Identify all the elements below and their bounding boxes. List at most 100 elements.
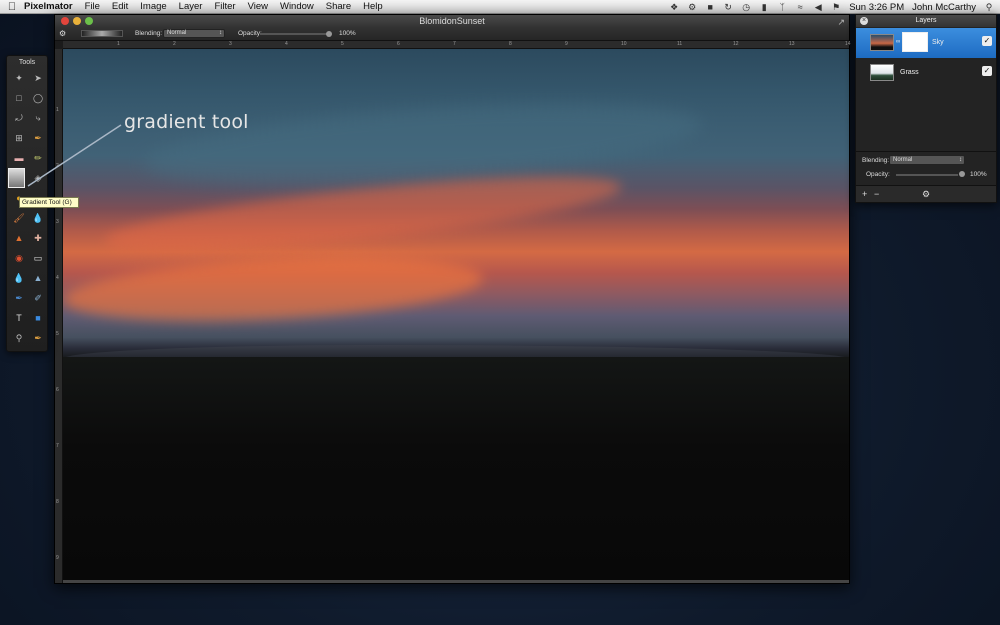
ruler-tick-label: 5	[56, 331, 59, 337]
ruler-tick-label: 3	[56, 219, 59, 225]
sharpen-icon[interactable]: ▲	[31, 271, 45, 285]
layer-thumbnail	[870, 64, 894, 81]
menu-view[interactable]: View	[248, 1, 268, 12]
tool-options-gear-icon[interactable]: ⚙	[59, 29, 66, 38]
remove-layer-button[interactable]: −	[874, 189, 879, 199]
menu-help[interactable]: Help	[363, 1, 383, 12]
layer-opacity-slider-track[interactable]	[896, 174, 958, 176]
zoom-tool-icon[interactable]: ⚲	[12, 331, 26, 345]
document-titlebar[interactable]: BlomidonSunset ↗	[55, 15, 849, 27]
horizontal-ruler[interactable]: 1 2 3 4 5 6 7 8 9 10 11 12 13 14	[63, 41, 851, 49]
wifi-icon[interactable]: ≈	[795, 2, 805, 12]
layer-visibility-checkbox[interactable]: ✓	[982, 66, 992, 76]
apple-menu-icon[interactable]: 	[0, 1, 24, 13]
move-tool-icon[interactable]: ➤	[31, 71, 45, 85]
menu-layer[interactable]: Layer	[179, 1, 203, 12]
layer-blending-select[interactable]: Normal	[889, 155, 965, 165]
ruler-tick-label: 5	[341, 41, 344, 47]
opacity-label: Opacity:	[238, 30, 262, 37]
ellipse-select-icon[interactable]: ◯	[31, 91, 45, 105]
zoom-window-button[interactable]	[85, 17, 93, 25]
ruler-tick-label: 2	[56, 163, 59, 169]
blending-select[interactable]: Normal	[163, 29, 225, 38]
layers-titlebar[interactable]: × Layers	[856, 15, 996, 27]
layers-title: Layers	[915, 17, 937, 24]
menu-edit[interactable]: Edit	[112, 1, 128, 12]
pen-icon[interactable]: ✒	[12, 291, 26, 305]
gradient-tool-icon[interactable]	[8, 168, 25, 188]
time-machine-icon[interactable]: ◷	[741, 2, 751, 12]
menu-share[interactable]: Share	[326, 1, 351, 12]
layer-opacity-slider-knob[interactable]	[959, 171, 965, 177]
layers-footer: + − ⚙	[856, 185, 996, 202]
eraser-icon[interactable]: ▬	[12, 151, 26, 165]
paint-bucket-icon[interactable]: ◈	[31, 171, 45, 185]
water-drop-icon[interactable]: 💧	[12, 271, 26, 285]
magic-wand-icon[interactable]: ✦	[12, 71, 26, 85]
layers-close-button[interactable]: ×	[860, 17, 868, 25]
sponge-icon[interactable]: ▭	[31, 251, 45, 265]
opacity-slider-knob[interactable]	[326, 31, 332, 37]
ruler-tick-label: 1	[56, 107, 59, 113]
layer-mask-thumbnail[interactable]	[902, 32, 928, 52]
gear-icon[interactable]: ⚙	[687, 2, 697, 12]
menubar-clock[interactable]: Sun 3:26 PM	[849, 2, 904, 13]
menu-image[interactable]: Image	[140, 1, 166, 12]
ruler-tick-label: 7	[453, 41, 456, 47]
ruler-tick-label: 10	[621, 41, 627, 47]
layer-name: Sky	[932, 39, 944, 46]
horizontal-scrollbar[interactable]	[63, 580, 849, 583]
freeform-pen-icon[interactable]: ✐	[31, 291, 45, 305]
brush-icon[interactable]: 🖌	[12, 211, 26, 225]
tools-title: Tools	[18, 59, 36, 66]
clone-stamp-icon[interactable]: ▲	[12, 231, 26, 245]
layer-row-grass[interactable]: Grass ✓	[856, 58, 996, 88]
gradient-tool-tooltip: Gradient Tool (G)	[19, 197, 79, 208]
ruler-tick-label: 12	[733, 41, 739, 47]
type-tool-icon[interactable]: T	[12, 311, 26, 325]
menu-file[interactable]: File	[85, 1, 100, 12]
hand-tool-icon[interactable]: ✒	[31, 331, 45, 345]
vertical-ruler[interactable]: 1 2 3 4 5 6 7 8 9	[55, 49, 63, 583]
spotlight-search-icon[interactable]: ⚲	[984, 2, 994, 12]
close-window-button[interactable]	[61, 17, 69, 25]
polygon-lasso-icon[interactable]: ⤷	[31, 111, 45, 125]
pencil-icon[interactable]: ✏	[31, 151, 45, 165]
opacity-slider-track[interactable]	[260, 33, 328, 35]
crop-icon[interactable]: ⊞	[12, 131, 26, 145]
evernote-icon[interactable]: ■	[705, 2, 715, 12]
healing-icon[interactable]: ✚	[31, 231, 45, 245]
dropbox-icon[interactable]: ❖	[669, 2, 679, 12]
menu-filter[interactable]: Filter	[214, 1, 235, 12]
shape-tool-icon[interactable]: ■	[31, 311, 45, 325]
battery-icon[interactable]: ▮	[759, 2, 769, 12]
gradient-swatch[interactable]	[81, 30, 123, 37]
burn-tool-icon[interactable]: 💧	[31, 211, 45, 225]
layer-thumbnail	[870, 34, 894, 51]
ruler-tick-label: 9	[56, 555, 59, 561]
flag-icon[interactable]: ⚑	[831, 2, 841, 12]
layers-divider	[856, 151, 996, 152]
annotation-label: gradient tool	[124, 111, 249, 133]
lasso-icon[interactable]: ⤾	[12, 111, 26, 125]
mask-link-icon[interactable]: ∞	[896, 39, 900, 45]
volume-icon[interactable]: ◀	[813, 2, 823, 12]
ruler-tick-label: 13	[789, 41, 795, 47]
sync-icon[interactable]: ↻	[723, 2, 733, 12]
layer-row-sky[interactable]: ∞ Sky ✓	[856, 28, 996, 58]
layer-visibility-checkbox[interactable]: ✓	[982, 36, 992, 46]
app-menu[interactable]: Pixelmator	[24, 1, 73, 12]
red-eye-icon[interactable]: ◉	[12, 251, 26, 265]
menu-window[interactable]: Window	[280, 1, 314, 12]
minimize-window-button[interactable]	[73, 17, 81, 25]
document-window: BlomidonSunset ↗ ⚙ Blending: Normal Opac…	[54, 14, 851, 584]
rect-select-icon[interactable]: □	[12, 91, 26, 105]
sky-cloud-band	[141, 89, 705, 199]
add-layer-button[interactable]: +	[862, 189, 867, 199]
menubar-user[interactable]: John McCarthy	[912, 2, 976, 13]
ruler-tick-label: 4	[285, 41, 288, 47]
layer-actions-gear-icon[interactable]: ⚙	[922, 189, 930, 200]
eyedropper-icon[interactable]: ✒	[31, 131, 45, 145]
bluetooth-icon[interactable]: ᛉ	[777, 2, 787, 12]
layer-name: Grass	[900, 69, 919, 76]
